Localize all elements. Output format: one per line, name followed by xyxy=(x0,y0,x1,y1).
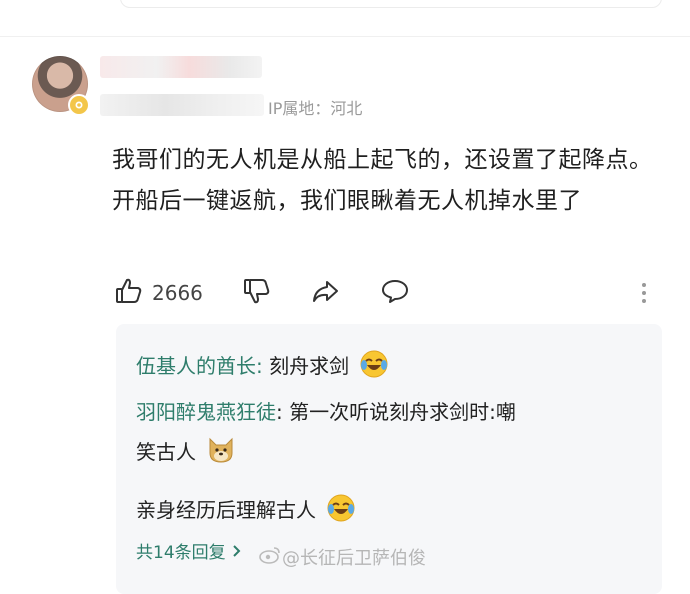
ip-location: IP属地：河北 xyxy=(268,99,363,118)
watermark-text: @长征后卫萨伯俊 xyxy=(282,548,426,569)
verified-badge-icon xyxy=(68,94,90,116)
reply-text-cont: 笑古人 xyxy=(136,440,196,464)
comment-text: 我哥们的无人机是从船上起飞的，还设置了起降点。开船后一键返航，我们眼瞅着无人机掉… xyxy=(112,147,653,214)
reply-count-label: 共14条回复 xyxy=(136,543,226,563)
meta-blurred xyxy=(100,94,264,116)
reply-separator: : xyxy=(276,400,290,424)
reply-item[interactable]: 伍基人的酋长: 刻舟求剑 xyxy=(136,346,646,392)
reply-username[interactable]: 伍基人的酋长 xyxy=(136,354,256,378)
reply-item[interactable]: 亲身经历后理解古人 xyxy=(136,490,646,536)
like-button[interactable]: 2666 xyxy=(114,276,203,310)
reply-username[interactable]: 羽阳醉鬼燕狂徒 xyxy=(136,400,276,424)
reply-text: 刻舟求剑 xyxy=(269,354,350,378)
crying-laugh-emoji xyxy=(359,349,389,392)
username-blurred xyxy=(100,56,262,78)
reply-item[interactable]: 羽阳醉鬼燕狂徒: 第一次听说刻舟求剑时:嘲 笑古人 xyxy=(136,392,646,478)
comment-button[interactable] xyxy=(380,276,410,310)
share-icon xyxy=(310,276,340,310)
like-count: 2666 xyxy=(152,281,203,305)
view-replies-link[interactable]: 共14条回复 xyxy=(136,538,241,563)
reply-text: 亲身经历后理解古人 xyxy=(136,498,316,522)
comment-icon xyxy=(380,276,410,310)
more-button[interactable] xyxy=(636,280,652,310)
weibo-logo-icon xyxy=(258,545,282,570)
thumbs-down-icon xyxy=(242,276,272,310)
more-icon xyxy=(636,283,652,310)
chevron-right-icon xyxy=(231,543,241,563)
thumbs-up-icon xyxy=(114,276,144,310)
doge-emoji xyxy=(206,435,236,478)
previous-comment-card xyxy=(120,0,662,8)
reply-text: 第一次听说刻舟求剑时:嘲 xyxy=(289,400,516,424)
divider xyxy=(0,36,690,37)
reply-separator: : xyxy=(256,354,270,378)
dislike-button[interactable] xyxy=(242,276,272,310)
share-button[interactable] xyxy=(310,276,340,310)
crying-laugh-emoji xyxy=(326,493,356,536)
watermark: @长征后卫萨伯俊 xyxy=(258,544,426,570)
